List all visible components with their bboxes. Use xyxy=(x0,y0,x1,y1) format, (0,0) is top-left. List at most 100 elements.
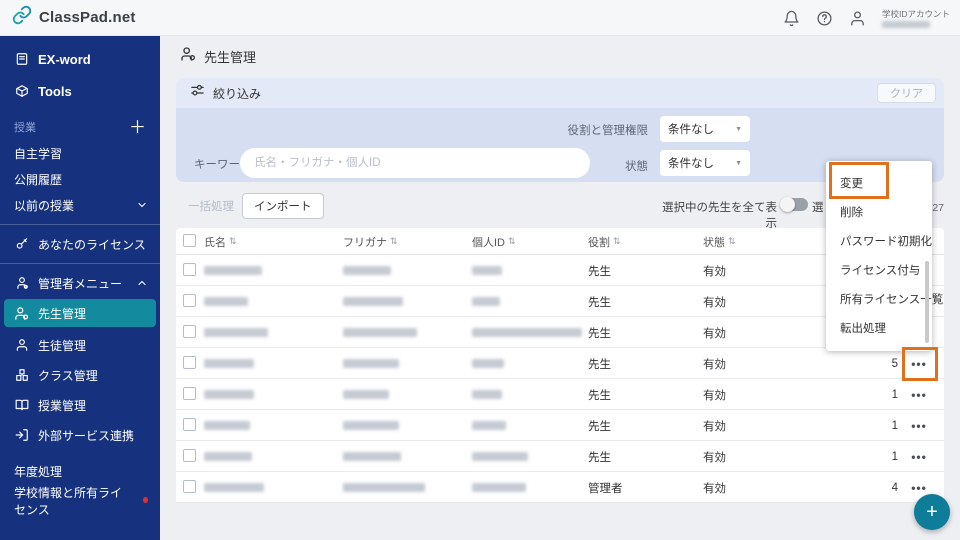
role-filter-select[interactable]: 条件なし ▼ xyxy=(660,116,750,142)
notification-bell-icon[interactable] xyxy=(783,9,801,27)
caret-down-icon: ▼ xyxy=(735,159,742,167)
keyword-search-input[interactable] xyxy=(240,148,590,178)
sidebar-item-class-management[interactable]: クラス管理 xyxy=(0,360,160,390)
personal-id-redacted xyxy=(472,328,582,337)
column-header-kana[interactable]: フリガナ ⇅ xyxy=(343,228,398,255)
row-checkbox[interactable] xyxy=(183,294,196,307)
sidebar-item-admin-menu[interactable]: 管理者メニュー xyxy=(0,270,160,296)
personal-id-redacted xyxy=(472,483,526,492)
add-teacher-fab[interactable]: + xyxy=(914,494,950,530)
sidebar-item-your-license[interactable]: あなたのライセンス xyxy=(0,231,160,257)
sidebar-item-student-management[interactable]: 生徒管理 xyxy=(0,330,160,360)
row-kebab-menu-button[interactable]: ••• xyxy=(906,410,932,441)
sort-icon[interactable]: ⇅ xyxy=(229,236,237,247)
status-cell: 有効 xyxy=(703,265,726,278)
sidebar-item-school-info-licenses[interactable]: 学校情報と所有ライセンス xyxy=(0,486,160,517)
status-cell: 有効 xyxy=(703,358,726,371)
kana-redacted xyxy=(343,421,399,430)
app-logo[interactable]: ClassPad.net xyxy=(0,5,136,30)
user-icon[interactable] xyxy=(849,9,867,27)
sort-icon[interactable]: ⇅ xyxy=(613,236,621,247)
row-kebab-menu-button[interactable]: ••• xyxy=(906,348,932,379)
filter-header: 絞り込み クリア xyxy=(176,78,944,108)
row-checkbox[interactable] xyxy=(183,263,196,276)
account-type-label: 学校IDアカウント xyxy=(881,8,950,19)
app-title: ClassPad.net xyxy=(39,9,136,26)
name-redacted xyxy=(204,421,250,430)
row-checkbox[interactable] xyxy=(183,418,196,431)
table-row: 先生 有効 5 ••• xyxy=(176,348,944,379)
table-row: 先生 有効 1 ••• xyxy=(176,379,944,410)
column-header-role[interactable]: 役割 ⇅ xyxy=(588,228,621,255)
name-redacted xyxy=(204,390,254,399)
context-menu-item[interactable]: 転出処理 xyxy=(826,315,932,344)
context-menu-item[interactable]: 変更 xyxy=(826,170,932,199)
teacher-gear-icon xyxy=(180,46,196,67)
filter-sliders-icon xyxy=(190,83,205,103)
show-selected-toggle[interactable] xyxy=(780,197,808,212)
sidebar-item-previous-class[interactable]: 以前の授業 xyxy=(0,192,160,218)
sidebar: EX-word Tools 授業 ＋ 自主学習 公開履歴 以前の授業 あなたのラ… xyxy=(0,36,160,540)
row-kebab-menu-button[interactable]: ••• xyxy=(906,441,932,472)
page-title-row: 先生管理 xyxy=(180,46,256,67)
sidebar-divider xyxy=(0,224,160,225)
row-checkbox[interactable] xyxy=(183,325,196,338)
classpad-screen: ClassPad.net 学校IDアカウント EX-word Tools 授業 … xyxy=(0,0,960,540)
main-content: 先生管理 絞り込み クリア 役割と管理権限 条件なし ▼ キーワード 氏名・フリ… xyxy=(160,36,960,540)
row-checkbox[interactable] xyxy=(183,356,196,369)
context-menu-item[interactable]: 所有ライセンス一覧 xyxy=(826,286,943,315)
role-cell: 先生 xyxy=(588,296,611,309)
name-redacted xyxy=(204,483,264,492)
sidebar-item-external-services[interactable]: 外部サービス連携 xyxy=(0,420,160,450)
sort-icon[interactable]: ⇅ xyxy=(728,236,736,247)
sidebar-item-tools[interactable]: Tools xyxy=(0,76,160,106)
student-icon xyxy=(14,338,29,353)
row-checkbox[interactable] xyxy=(183,449,196,462)
sort-icon[interactable]: ⇅ xyxy=(390,236,398,247)
context-menu-item[interactable]: ライセンス付与 xyxy=(826,257,932,286)
sidebar-item-self-study[interactable]: 自主学習 xyxy=(0,140,160,166)
sidebar-divider xyxy=(0,263,160,264)
import-button[interactable]: インポート xyxy=(242,193,324,219)
caret-down-icon: ▼ xyxy=(735,125,742,133)
status-filter-select[interactable]: 条件なし ▼ xyxy=(660,150,750,176)
kana-redacted xyxy=(343,359,399,368)
exword-device-icon xyxy=(14,52,29,67)
context-menu-item[interactable]: パスワード初期化 xyxy=(826,228,932,257)
clipped-selection-text: 選 xyxy=(812,202,824,214)
context-menu-item[interactable]: 削除 xyxy=(826,199,932,228)
account-name-redacted xyxy=(881,21,930,29)
sidebar-item-public-history[interactable]: 公開履歴 xyxy=(0,166,160,192)
kana-redacted xyxy=(343,266,391,275)
kana-redacted xyxy=(343,483,425,492)
status-cell: 有効 xyxy=(703,327,726,340)
name-redacted xyxy=(204,297,248,306)
role-filter-label: 役割と管理権限 xyxy=(567,125,649,137)
page-title: 先生管理 xyxy=(204,50,257,65)
sidebar-section-class: 授業 ＋ xyxy=(0,114,160,140)
sidebar-item-lesson-management[interactable]: 授業管理 xyxy=(0,390,160,420)
menu-scrollbar[interactable] xyxy=(925,261,929,343)
sort-icon[interactable]: ⇅ xyxy=(508,236,516,247)
column-header-status[interactable]: 状態 ⇅ xyxy=(703,228,736,255)
table-row: 管理者 有効 4 ••• xyxy=(176,472,944,503)
help-icon[interactable] xyxy=(816,9,834,27)
column-header-personal-id[interactable]: 個人ID ⇅ xyxy=(472,228,516,255)
column-header-name[interactable]: 氏名 ⇅ xyxy=(204,228,237,255)
role-cell: 先生 xyxy=(588,389,611,402)
kana-redacted xyxy=(343,452,401,461)
add-class-plus-icon[interactable]: ＋ xyxy=(129,119,146,136)
row-checkbox[interactable] xyxy=(183,387,196,400)
sidebar-item-year-processing[interactable]: 年度処理 xyxy=(0,456,160,486)
role-cell: 先生 xyxy=(588,451,611,464)
clear-filter-button[interactable]: クリア xyxy=(877,83,936,103)
account-info[interactable]: 学校IDアカウント xyxy=(881,8,950,29)
select-all-checkbox[interactable] xyxy=(183,234,196,247)
bulk-action-button[interactable]: 一括処理 xyxy=(178,194,244,218)
personal-id-redacted xyxy=(472,297,500,306)
row-checkbox[interactable] xyxy=(183,480,196,493)
license-count-cell: 1 xyxy=(891,419,898,432)
sidebar-item-exword[interactable]: EX-word xyxy=(0,44,160,74)
row-kebab-menu-button[interactable]: ••• xyxy=(906,379,932,410)
sidebar-item-teacher-management[interactable]: 先生管理 xyxy=(4,299,156,327)
